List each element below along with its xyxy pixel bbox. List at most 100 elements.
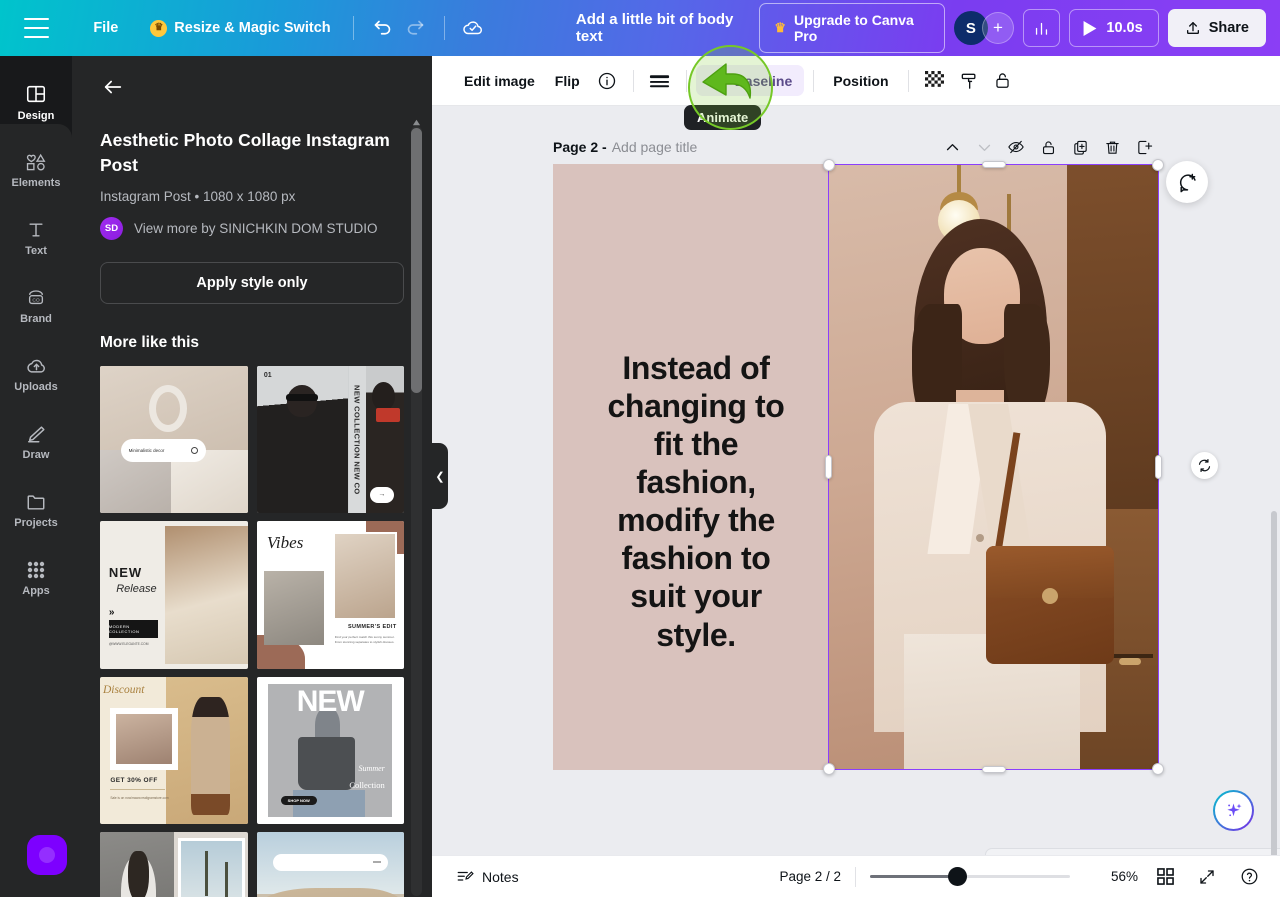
thumb-heading: SUMMER'S EDIT [347, 624, 397, 631]
scrollbar-thumb[interactable] [411, 128, 422, 393]
move-down-icon[interactable] [969, 132, 999, 162]
sidebar-item-text[interactable]: Text [0, 204, 72, 272]
divider [855, 866, 856, 887]
svg-text:CO: CO [32, 297, 40, 303]
upload-cloud-icon [26, 359, 45, 373]
sidebar-item-uploads[interactable]: Uploads [0, 340, 72, 408]
sidebar-item-brand[interactable]: CO Brand [0, 272, 72, 340]
present-button[interactable]: 10.0s [1069, 9, 1159, 47]
panel-scroll-area: Aesthetic Photo Collage Instagram Post I… [72, 112, 432, 897]
back-arrow-icon[interactable] [96, 70, 130, 104]
hide-page-icon[interactable] [1001, 132, 1031, 162]
canvas-quote-text[interactable]: Instead of changing to fit the fashion, … [596, 349, 796, 654]
rotate-handle-icon [1198, 458, 1211, 473]
list-item[interactable]: NEW COLLECTION NEW CO 01 → [256, 365, 404, 514]
panel-scrollbar[interactable] [411, 114, 422, 896]
play-icon [1083, 20, 1097, 36]
animate-button[interactable]: Baseline [695, 65, 805, 96]
canvas-vertical-scrollbar[interactable] [1271, 511, 1277, 897]
upgrade-to-canva-pro-button[interactable]: ♛ Upgrade to Canva Pro [759, 3, 945, 53]
sidebar-item-label: Brand [20, 312, 52, 325]
thumb-number: 01 [263, 371, 272, 379]
thumb-tag: MODERN COLLECTION [108, 623, 140, 634]
sidebar-item-design[interactable]: Design [0, 68, 72, 136]
lock-page-icon[interactable] [1033, 132, 1063, 162]
element-toolbar: Edit image Flip Baseline Position [432, 56, 1280, 106]
sidebar-item-apps[interactable]: Apps [0, 544, 72, 612]
flip-button[interactable]: Flip [545, 66, 590, 96]
sidebar-item-label: Draw [22, 448, 50, 461]
list-item[interactable]: NEW Release » MODERN COLLECTION @WWW.ELE… [100, 521, 248, 669]
more-like-this-heading: More like this [100, 333, 200, 351]
delete-page-icon[interactable] [1097, 132, 1127, 162]
list-item[interactable] [100, 832, 248, 897]
magic-studio-button[interactable] [1215, 792, 1252, 829]
notes-button[interactable]: Notes [456, 868, 519, 886]
file-menu-button[interactable]: File [83, 13, 128, 43]
rotate-element-handle[interactable] [1191, 452, 1218, 479]
page-canvas[interactable]: Instead of changing to fit the fashion, … [553, 159, 1164, 775]
view-more-by-author-link[interactable]: SD View more by SINICHKIN DOM STUDIO [100, 216, 404, 240]
position-button[interactable]: Position [823, 66, 898, 96]
share-button[interactable]: Share [1167, 9, 1266, 47]
fullscreen-icon[interactable] [1192, 862, 1222, 892]
search-icon [191, 447, 199, 454]
sidebar-item-label: Design [17, 109, 55, 122]
thumb-vertical-text: NEW COLLECTION NEW CO [352, 384, 362, 495]
list-item[interactable] [256, 832, 404, 897]
redo-icon[interactable] [399, 11, 432, 45]
design-panel: Aesthetic Photo Collage Instagram Post I… [72, 56, 432, 897]
canvas-stage: Edit image Flip Baseline Position Page 2… [432, 56, 1280, 897]
page-label: Page 2 - [553, 139, 607, 155]
divider [907, 69, 909, 92]
thumb-line2: Release [116, 583, 157, 596]
sidebar-item-label: Text [25, 244, 47, 257]
document-title[interactable]: Add a little bit of body text [576, 11, 759, 45]
resize-magic-switch-button[interactable]: ♛ Resize & Magic Switch [140, 13, 340, 44]
zoom-slider-knob[interactable] [948, 867, 967, 886]
add-collaborator-button[interactable]: + [981, 12, 1014, 44]
list-item[interactable]: Discount GET 30% OFF Sale is on now\nwww… [100, 676, 248, 825]
add-page-after-icon[interactable] [1129, 132, 1159, 162]
transparency-checker-icon[interactable] [918, 64, 952, 98]
bottom-right-group: Page 2 / 2 56% [779, 862, 1280, 892]
edit-image-button[interactable]: Edit image [454, 66, 545, 96]
page-count-label: Page 2 / 2 [779, 869, 841, 884]
hamburger-icon[interactable] [24, 18, 50, 38]
lock-open-icon[interactable] [986, 64, 1020, 98]
sidebar-item-draw[interactable]: Draw [0, 408, 72, 476]
line-spacing-icon[interactable] [643, 64, 677, 98]
move-up-icon[interactable] [937, 132, 967, 162]
duplicate-page-icon[interactable] [1065, 132, 1095, 162]
apply-style-only-button[interactable]: Apply style only [100, 261, 404, 304]
list-item[interactable]: Minimalistic decor [100, 365, 248, 514]
info-circle-icon[interactable] [590, 64, 624, 98]
cloud-check-icon[interactable] [457, 11, 490, 45]
collapse-panel-handle[interactable]: ❮ [432, 443, 448, 509]
list-item[interactable]: NEW Summer Collection SHOP NOW [256, 676, 404, 825]
insights-bar-chart-icon[interactable] [1022, 9, 1061, 47]
undo-icon[interactable] [366, 11, 399, 45]
zoom-slider[interactable] [870, 867, 1070, 886]
thumb-caption: Minimalistic decor [120, 439, 207, 462]
elements-shapes-icon [26, 153, 46, 170]
sidebar-item-projects[interactable]: Projects [0, 476, 72, 544]
sidebar-item-label: Apps [22, 584, 50, 597]
scroll-up-arrow-icon[interactable] [412, 114, 421, 126]
left-rail: Design Elements Text CO Brand Uploads Dr… [0, 56, 72, 897]
notes-label: Notes [482, 868, 519, 885]
add-comment-button[interactable] [1166, 161, 1208, 203]
page-title-input[interactable]: Add page title [612, 139, 698, 155]
grid-view-icon[interactable] [1150, 862, 1180, 892]
page-header: Page 2 - Add page title [553, 132, 1159, 162]
apps-grid-icon [27, 561, 45, 578]
draw-pencil-icon [28, 425, 45, 442]
canvas-photo-element[interactable] [828, 164, 1159, 770]
canvas-surface[interactable]: Instead of changing to fit the fashion, … [553, 164, 1159, 770]
purple-assistant-button[interactable] [27, 835, 67, 875]
paint-roller-icon[interactable] [952, 64, 986, 98]
list-item[interactable]: Vibes SUMMER'S EDIT Find your perfect ma… [256, 521, 404, 669]
help-circle-icon[interactable] [1234, 862, 1264, 892]
sidebar-item-elements[interactable]: Elements [0, 136, 72, 204]
thumb-small-text: @WWW.ELEGANTE.COM [108, 642, 149, 647]
